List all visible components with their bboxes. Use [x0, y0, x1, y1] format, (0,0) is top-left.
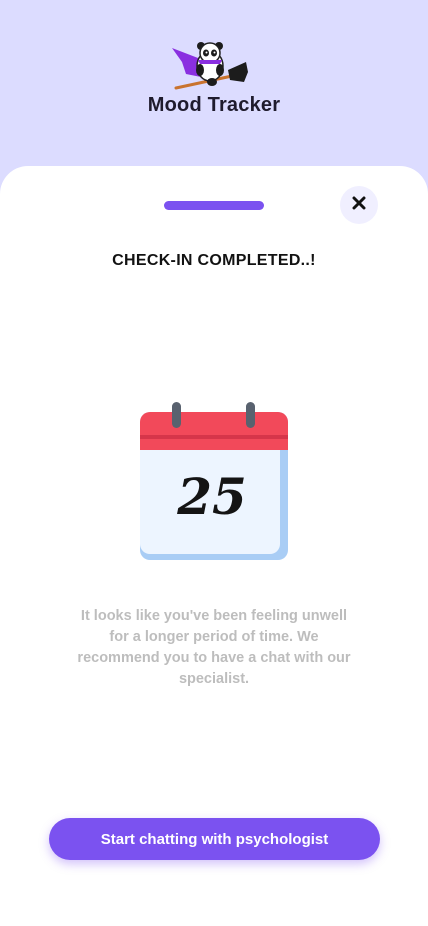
start-chat-button-label: Start chatting with psychologist	[100, 830, 329, 848]
panda-logo-icon	[168, 38, 250, 94]
start-chat-button[interactable]: Start chatting with psychologist	[49, 818, 380, 860]
recommendation-message: It looks like you've been feeling unwell…	[77, 608, 351, 687]
checkin-sheet: CHECK-IN COMPLETED..! 25 It looks like y…	[0, 166, 428, 926]
close-icon	[352, 196, 366, 215]
header: Mood Tracker	[0, 0, 428, 190]
sheet-drag-handle[interactable]	[164, 201, 264, 210]
close-button[interactable]	[340, 186, 378, 224]
checkin-heading: CHECK-IN COMPLETED..!	[112, 252, 316, 269]
calendar-day: 25	[176, 467, 247, 526]
calendar-icon: 25	[140, 402, 290, 562]
app-title: Mood Tracker	[147, 94, 281, 116]
